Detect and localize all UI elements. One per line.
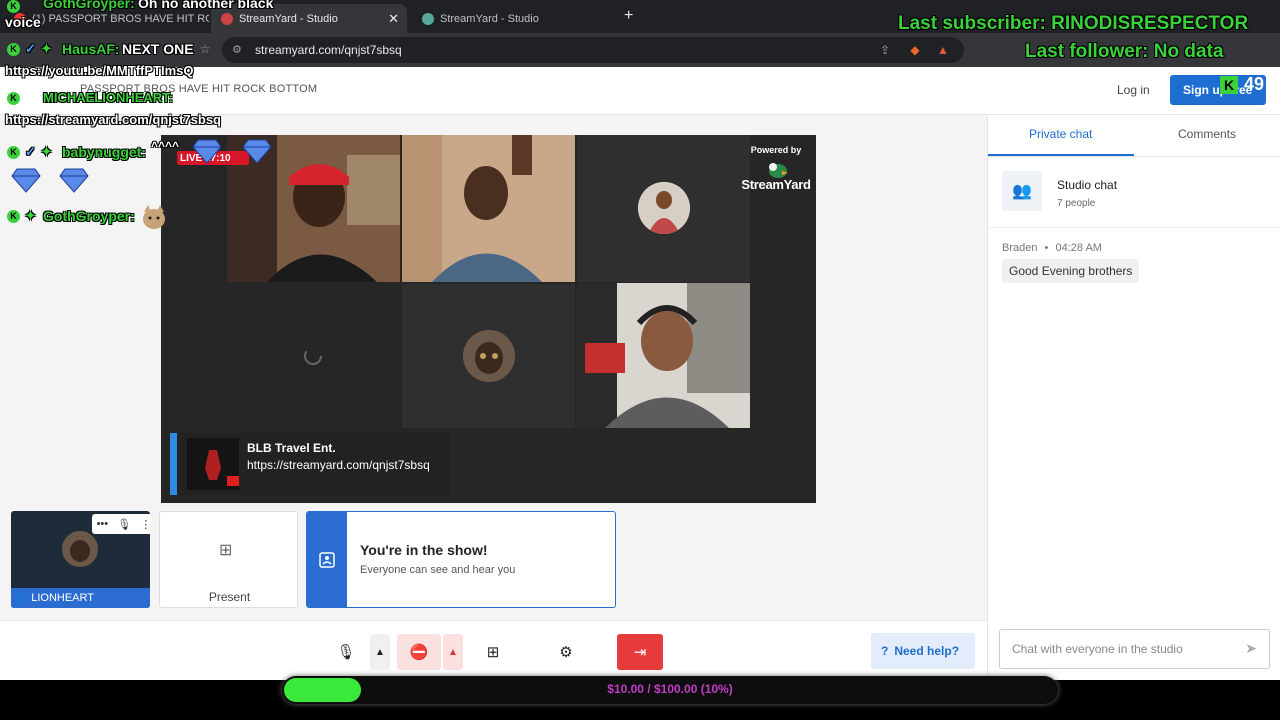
chat-message: Good Evening brothers (1002, 259, 1140, 283)
url-input[interactable]: ⚙ streamyard.com/qnjst7sbsq (222, 37, 964, 63)
video-tile-guest-3[interactable] (577, 135, 750, 282)
streamyard-logo-icon (769, 163, 788, 178)
help-icon: ? (881, 644, 889, 658)
diamond-emote-icon (59, 168, 89, 193)
chat-message-meta: Braden • 04:28 AM (1002, 242, 1102, 254)
screen-share-icon: ⊞ (486, 644, 500, 661)
banner-accent-bar (170, 433, 177, 495)
in-show-strip (307, 512, 347, 607)
self-preview-card[interactable]: ••• 🎙 ⋮ 👤 LIONHEART (11, 511, 150, 608)
viewer-counter: K 49 (1218, 74, 1274, 102)
chat-panel: Private chat Comments 👥 Studio chat 7 pe… (987, 115, 1280, 680)
guest-3-avatar (638, 182, 690, 234)
chat-divider (988, 227, 1280, 228)
camera-off-button[interactable]: ⛔ (397, 634, 441, 670)
leave-studio-button[interactable]: ⇥ (617, 634, 663, 670)
diamond-emote-icon (11, 168, 41, 193)
powered-by-watermark: Powered by StreamYard (741, 145, 811, 192)
chat-badge-icon: K (7, 0, 20, 13)
camera-options-chevron[interactable]: ▲ (443, 634, 463, 670)
login-link[interactable]: Log in (1117, 83, 1150, 97)
banner-name: BLB Travel Ent. (247, 441, 336, 455)
chevron-up-icon: ▲ (375, 646, 385, 658)
mute-mic-button[interactable]: 🎙 (328, 634, 364, 670)
streamyard-favicon-icon (221, 12, 233, 25)
present-button[interactable]: ⊞ Present (159, 511, 298, 608)
contact-card-icon (319, 552, 335, 568)
settings-button[interactable]: ⚙ (548, 634, 584, 670)
donation-goal-text: $10.00 / $100.00 (10%) (607, 682, 733, 696)
cat-emote-icon (143, 205, 165, 229)
present-screen-icon: ⊞ (219, 542, 233, 559)
site-info-icon[interactable]: ⚙ (232, 43, 246, 57)
need-help-button[interactable]: ? Need help? (871, 633, 975, 669)
video-tile-guest-2[interactable] (402, 135, 575, 282)
diamond-emote-icon (192, 139, 222, 164)
video-tile-guest-4[interactable] (227, 284, 400, 428)
share-screen-button[interactable]: ⊞ (475, 634, 511, 670)
video-tile-guest-6[interactable] (577, 283, 750, 428)
studio-toolbar: 🎙 ▲ ⛔ ▲ ⊞ ⚙ ⇥ ? Need help? (0, 620, 987, 680)
people-group-icon: 👥 (1002, 171, 1042, 211)
sparkle-icon: ✦ (41, 144, 52, 159)
tab-comments[interactable]: Comments (1178, 127, 1236, 141)
self-avatar (62, 531, 98, 567)
in-show-notice: You're in the show! Everyone can see and… (306, 511, 616, 608)
share-icon[interactable]: ⇪ (878, 43, 892, 57)
mic-options-chevron[interactable]: ▲ (370, 634, 390, 670)
chat-badge-icon: K (7, 146, 20, 159)
kebab-menu-icon[interactable]: ⋮ (140, 518, 150, 531)
guest-6-video (577, 283, 750, 428)
gear-icon: ⚙ (559, 644, 573, 661)
tab-divider (988, 156, 1280, 157)
banner-url: https://streamyard.com/qnjst7sbsq (247, 458, 430, 472)
camera-off-icon: ⛔ (409, 644, 429, 661)
last-follower-overlay: Last follower: No data (1025, 41, 1224, 62)
loading-spinner-icon (304, 347, 322, 365)
sparkle-icon: ✦ (41, 41, 52, 56)
person-icon: 👤 (15, 592, 27, 603)
banner-logo (187, 438, 239, 490)
diamond-emote-icon (242, 139, 272, 164)
bookmark-icon[interactable]: ☆ (198, 42, 212, 56)
tab-private-chat[interactable]: Private chat (1029, 127, 1092, 141)
chat-input[interactable]: Chat with everyone in the studio ➤ (999, 629, 1270, 669)
verified-check-icon: ✓ (25, 41, 36, 56)
video-tile-guest-5[interactable] (402, 284, 575, 428)
broadcast-stage: LIVE 17:10 Powered by StreamYard BLB Tra… (161, 135, 816, 503)
more-dots-icon[interactable]: ••• (97, 518, 109, 530)
self-card-toolbar: ••• 🎙 ⋮ (92, 514, 150, 534)
send-icon[interactable]: ➤ (1245, 640, 1257, 657)
microphone-icon[interactable]: 🎙 (117, 518, 131, 531)
kick-logo-icon: K (1220, 76, 1238, 94)
streamyard-favicon-icon (422, 12, 434, 25)
chat-badge-icon: K (7, 43, 20, 56)
sparkle-icon: ✦ (25, 208, 36, 223)
verified-check-icon: ✓ (25, 144, 36, 159)
microphone-icon: 🎙 (336, 644, 356, 661)
chat-badge-icon: K (7, 92, 20, 105)
last-subscriber-overlay: Last subscriber: RINODISRESPECTOR (898, 13, 1249, 34)
close-tab-icon[interactable]: ✕ (388, 11, 399, 27)
guest-5-avatar (463, 330, 515, 382)
exit-icon: ⇥ (633, 644, 647, 661)
chat-badge-icon: K (7, 210, 20, 223)
self-name-bar: 👤 LIONHEART (11, 588, 150, 608)
new-tab-icon[interactable]: + (624, 7, 633, 25)
tab-streamyard-studio[interactable]: StreamYard - Studio (412, 4, 612, 33)
brave-shield-icon[interactable]: ◆ (908, 43, 922, 57)
guest-2-video (402, 135, 575, 282)
brave-rewards-icon[interactable]: ▲ (936, 43, 950, 57)
lower-third-banner: BLB Travel Ent. https://streamyard.com/q… (170, 433, 450, 495)
chevron-up-icon: ▲ (448, 646, 458, 658)
